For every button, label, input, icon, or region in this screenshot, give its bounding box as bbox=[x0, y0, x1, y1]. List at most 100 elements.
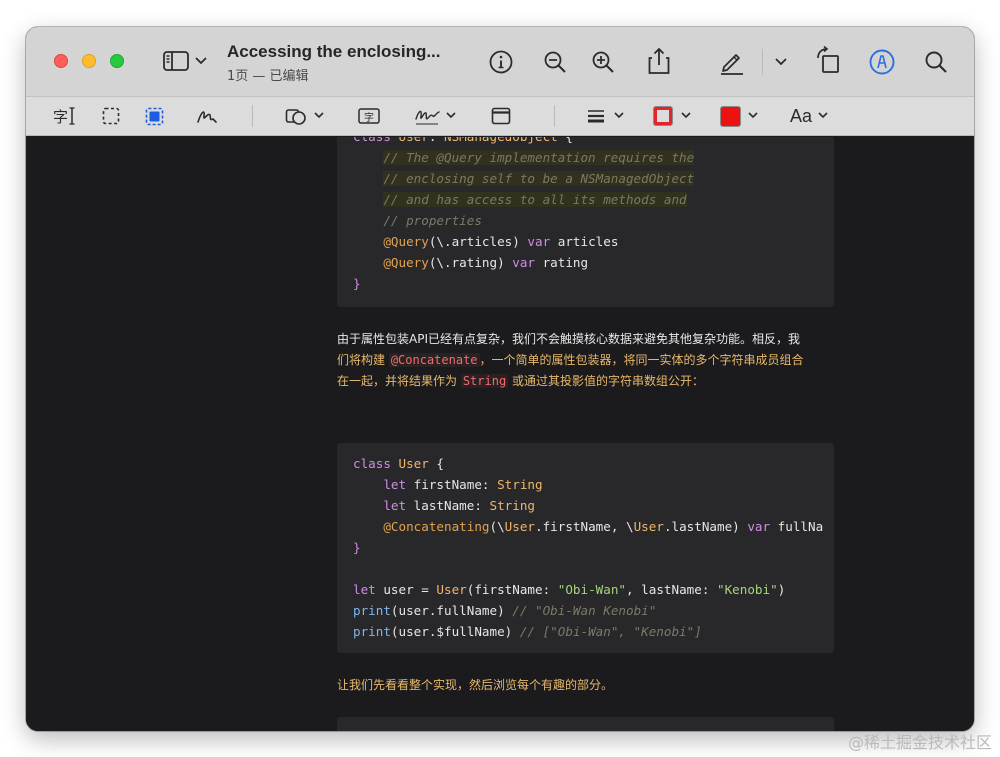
code-token: rating bbox=[535, 255, 589, 270]
line-style-chevron-icon[interactable] bbox=[613, 111, 625, 120]
code-line: let firstName: String bbox=[353, 474, 542, 495]
search-icon bbox=[925, 51, 947, 73]
code-token: .firstName, \ bbox=[535, 519, 634, 534]
code-token: } bbox=[353, 540, 361, 555]
paragraph-overview: 让我们先看看整个实现，然后浏览每个有趣的部分。 bbox=[337, 675, 837, 696]
window-icon bbox=[491, 107, 511, 125]
document-content[interactable]: class User: NSManagedObject { // The @Qu… bbox=[26, 137, 974, 731]
search-button[interactable] bbox=[923, 49, 949, 75]
zoom-in-button[interactable] bbox=[590, 49, 616, 75]
code-token: .lastName) bbox=[663, 519, 748, 534]
code-token: NSManagedObject bbox=[444, 137, 558, 144]
paragraph-line: 让我们先看看整个实现，然后浏览每个有趣的部分。 bbox=[337, 678, 614, 692]
minimize-window-button[interactable] bbox=[82, 54, 96, 68]
inline-code: @Concatenate bbox=[388, 353, 480, 367]
line-style-tool[interactable] bbox=[586, 107, 606, 125]
title-bar: Accessing the enclosing... 1页 — 已编辑 bbox=[26, 27, 974, 97]
code-token: user = bbox=[375, 582, 437, 597]
code-line: let user = User(firstName: "Obi-Wan", la… bbox=[353, 579, 785, 600]
fill-color-tool[interactable] bbox=[719, 105, 741, 127]
toolbar-separator bbox=[762, 49, 763, 75]
rotate-button[interactable] bbox=[814, 45, 842, 75]
code-token: articles bbox=[550, 234, 619, 249]
text-selection-icon: 字 bbox=[52, 107, 68, 126]
code-line: } bbox=[353, 273, 361, 294]
text-selection-tool[interactable]: 字 bbox=[52, 105, 76, 127]
code-token: @Query bbox=[383, 234, 429, 249]
code-token: // ["Obi-Wan", "Kenobi"] bbox=[519, 624, 702, 639]
code-line: } bbox=[353, 537, 361, 558]
document-title[interactable]: Accessing the enclosing... bbox=[227, 42, 441, 62]
inline-code: String bbox=[460, 374, 509, 388]
code-token: { bbox=[428, 456, 445, 471]
code-token: "Kenobi" bbox=[717, 582, 778, 597]
markup-toolbar: 字 字 Aa bbox=[26, 97, 974, 136]
markup-button[interactable] bbox=[718, 48, 746, 76]
sketch-tool[interactable] bbox=[196, 105, 218, 127]
annotate-button[interactable] bbox=[868, 48, 896, 76]
code-token: , lastName: bbox=[626, 582, 718, 597]
code-line: @Query(\.articles) var articles bbox=[353, 231, 618, 252]
fill-color-chevron-icon[interactable] bbox=[747, 111, 759, 120]
zoom-window-button[interactable] bbox=[110, 54, 124, 68]
code-block[interactable]: class User { let firstName: String let l… bbox=[337, 443, 834, 653]
border-color-tool[interactable] bbox=[652, 105, 674, 127]
text-style-chevron-icon[interactable] bbox=[817, 111, 829, 120]
code-token: class bbox=[353, 456, 399, 471]
zoom-out-button[interactable] bbox=[542, 49, 568, 75]
code-token: var bbox=[527, 234, 551, 249]
share-button[interactable] bbox=[646, 46, 672, 76]
text-box-label: 字 bbox=[364, 112, 374, 124]
signature-icon bbox=[415, 110, 440, 125]
code-line: print(user.$fullName) // ["Obi-Wan", "Ke… bbox=[353, 621, 702, 642]
code-token: : bbox=[429, 137, 444, 144]
text-style-tool[interactable]: Aa bbox=[788, 105, 814, 127]
code-token: { bbox=[558, 137, 573, 144]
shapes-icon bbox=[285, 109, 306, 125]
code-token: (\.articles) bbox=[428, 234, 528, 249]
code-token: User bbox=[436, 582, 467, 597]
signature-chevron-icon[interactable] bbox=[445, 111, 457, 120]
rectangular-selection-tool[interactable] bbox=[101, 106, 121, 126]
text-box-tool[interactable]: 字 bbox=[358, 106, 380, 126]
code-line: // properties bbox=[353, 210, 482, 231]
code-token: let bbox=[383, 477, 407, 492]
sketch-icon bbox=[197, 111, 217, 123]
code-token: // The @Query implementation requires th… bbox=[383, 150, 695, 165]
close-window-button[interactable] bbox=[54, 54, 68, 68]
sidebar-options-chevron-icon[interactable] bbox=[194, 56, 208, 66]
border-color-chevron-icon[interactable] bbox=[680, 111, 692, 120]
code-block[interactable]: class User: NSManagedObject { // The @Qu… bbox=[337, 137, 834, 307]
code-token: "Obi-Wan" bbox=[557, 582, 627, 597]
code-line: @Query(\.rating) var rating bbox=[353, 252, 588, 273]
signature-tool[interactable] bbox=[414, 103, 442, 129]
sidebar-toggle-button[interactable] bbox=[162, 49, 190, 73]
markup-separator-2 bbox=[554, 105, 555, 127]
code-line: @propertyWrapper bbox=[353, 728, 474, 731]
code-token: print bbox=[353, 624, 391, 639]
code-line: class User: NSManagedObject { bbox=[353, 137, 573, 147]
code-token: (\ bbox=[489, 519, 505, 534]
shapes-tool[interactable] bbox=[284, 105, 308, 127]
code-line: @Concatenating(\User.firstName, \User.la… bbox=[353, 516, 823, 537]
info-button[interactable] bbox=[488, 49, 514, 75]
info-icon bbox=[489, 50, 513, 74]
adjust-page-tool[interactable] bbox=[490, 105, 512, 127]
code-token: // enclosing self to be a NSManagedObjec… bbox=[383, 171, 695, 186]
zoom-in-icon bbox=[592, 51, 614, 73]
code-token: // properties bbox=[383, 213, 482, 228]
markup-options-chevron-icon[interactable] bbox=[774, 57, 788, 67]
shapes-chevron-icon[interactable] bbox=[313, 111, 325, 120]
smart-selection-tool[interactable] bbox=[144, 106, 164, 126]
code-token: let bbox=[353, 582, 376, 597]
code-line: class User { bbox=[353, 453, 444, 474]
code-line: let lastName: String bbox=[353, 495, 535, 516]
border-color-swatch bbox=[654, 107, 672, 125]
code-block[interactable]: @propertyWrapperstruct Concatenating<Enc… bbox=[337, 717, 834, 731]
dashed-rectangle-icon bbox=[102, 107, 120, 125]
code-token: User bbox=[633, 519, 664, 534]
